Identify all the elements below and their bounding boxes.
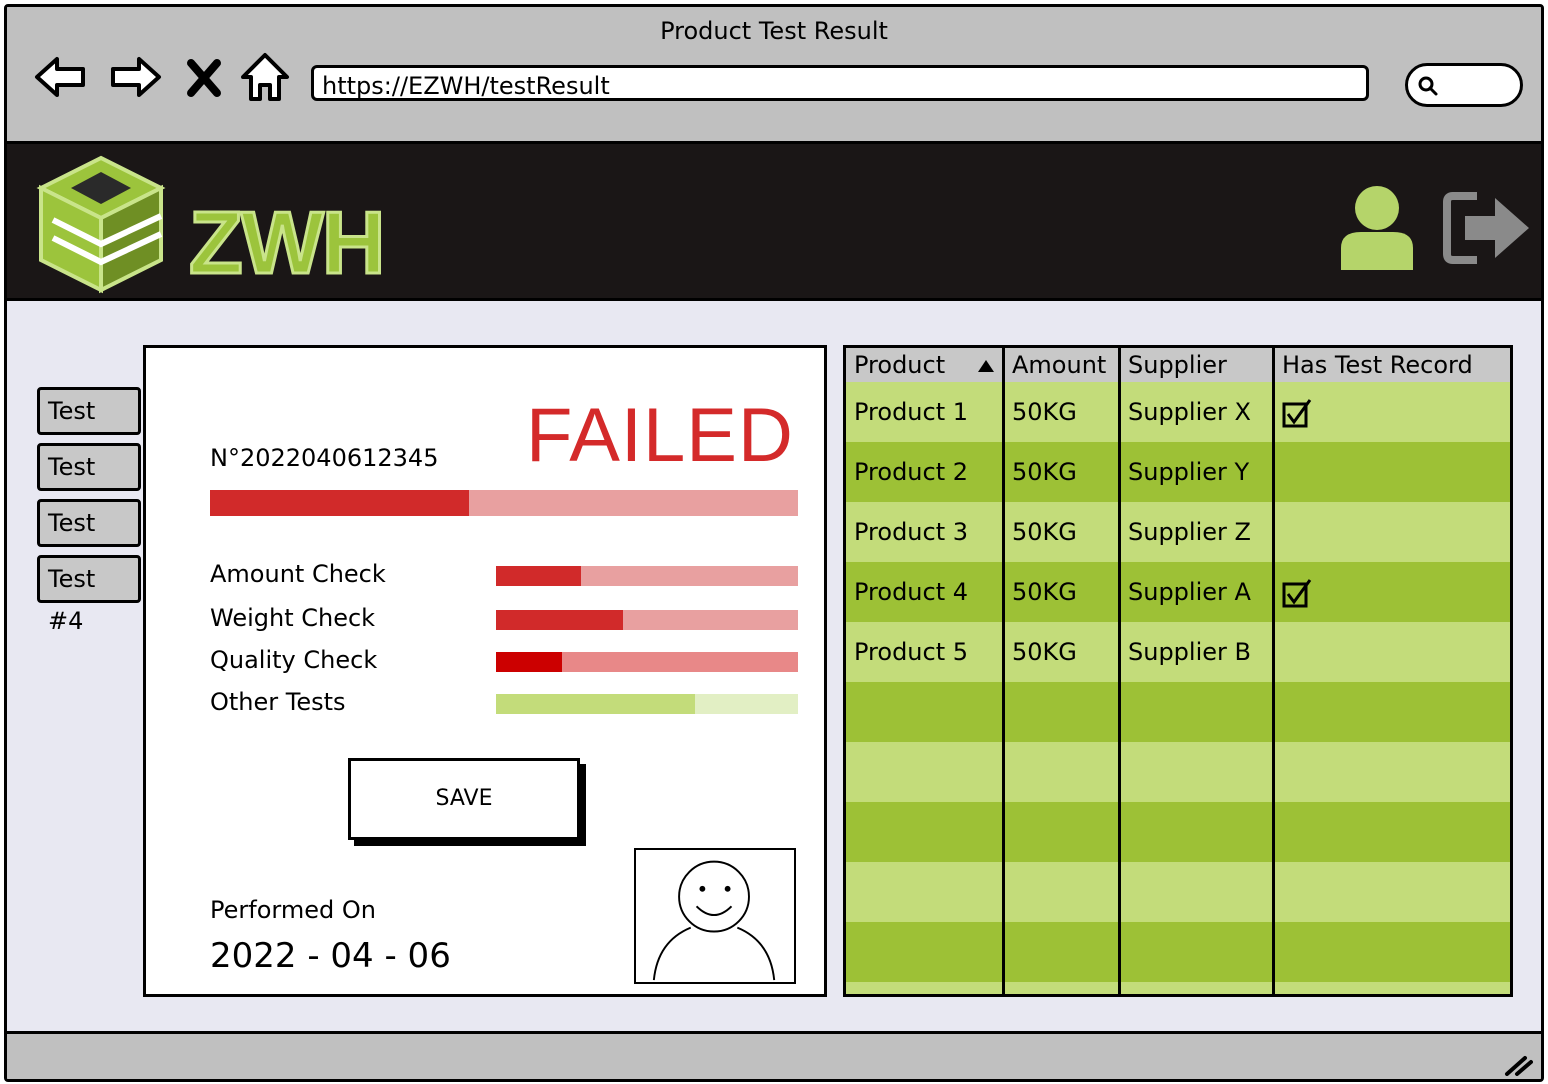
test-number: N°2022040612345 <box>210 444 439 472</box>
column-header-product-label: Product <box>854 351 946 379</box>
table-row-empty <box>846 682 1510 742</box>
overall-progress-bar <box>210 490 798 516</box>
cell-product: Product 3 <box>854 518 969 546</box>
back-arrow-icon[interactable] <box>33 49 89 105</box>
cell-amount: 50KG <box>1012 398 1077 426</box>
table-row-empty <box>846 742 1510 802</box>
cell-supplier: Supplier A <box>1128 578 1251 606</box>
table-row[interactable]: Product 1 50KG Supplier X <box>846 382 1510 442</box>
column-header-amount[interactable]: Amount <box>1004 348 1120 382</box>
table-row[interactable]: Product 2 50KG Supplier Y <box>846 442 1510 502</box>
table-row[interactable]: Product 5 50KG Supplier B <box>846 622 1510 682</box>
quality-check-label: Quality Check <box>210 646 378 674</box>
tab-test-3[interactable]: Test #3 <box>37 499 141 579</box>
table-row[interactable]: Product 3 50KG Supplier Z <box>846 502 1510 562</box>
column-divider <box>1118 348 1121 994</box>
checkbox-checked-icon[interactable] <box>1274 382 1312 442</box>
cell-supplier: Supplier B <box>1128 638 1251 666</box>
user-icon[interactable] <box>1339 184 1415 270</box>
table-row-empty <box>846 922 1510 982</box>
brand-name: ZWH <box>187 192 386 294</box>
amount-check-bar <box>496 566 798 586</box>
table-row[interactable]: Product 4 50KG Supplier A <box>846 562 1510 622</box>
other-tests-bar <box>496 694 798 714</box>
table-header: Product Amount Supplier Has Test Record <box>846 348 1510 382</box>
resize-grip-icon[interactable] <box>1501 1052 1533 1076</box>
browser-toolbar: Product Test Result https://EZWH/testRes… <box>7 7 1541 144</box>
app-header: ZWH <box>7 144 1541 301</box>
cell-product: Product 2 <box>854 458 969 486</box>
result-status: FAILED <box>526 393 794 478</box>
table-row-empty <box>846 982 1510 994</box>
ezwh-logo[interactable]: ZWH <box>31 154 401 296</box>
weight-check-bar <box>496 610 798 630</box>
cell-supplier: Supplier Y <box>1128 458 1250 486</box>
close-icon[interactable] <box>181 49 227 105</box>
performed-on-date: 2022 - 04 - 06 <box>210 936 451 976</box>
cell-amount: 50KG <box>1012 578 1077 606</box>
cell-amount: 50KG <box>1012 518 1077 546</box>
window-title: Product Test Result <box>660 17 888 45</box>
cell-amount: 50KG <box>1012 638 1077 666</box>
quality-check-bar <box>496 652 798 672</box>
table-row-empty <box>846 802 1510 862</box>
logout-icon[interactable] <box>1443 192 1533 264</box>
weight-check-label: Weight Check <box>210 604 376 632</box>
tab-test-1[interactable]: Test #1 <box>37 387 141 467</box>
sort-ascending-icon <box>978 360 994 372</box>
home-icon[interactable] <box>237 49 293 105</box>
cell-product: Product 1 <box>854 398 969 426</box>
overall-progress-fill <box>210 490 469 516</box>
other-tests-label: Other Tests <box>210 688 346 716</box>
search-icon <box>1418 76 1438 96</box>
column-header-product[interactable]: Product <box>846 348 1004 382</box>
products-table: Product 1 50KG Supplier X Product 2 50KG Supp… <box>843 345 1513 997</box>
column-divider <box>1002 348 1005 994</box>
tab-test-4[interactable]: Test #4 <box>37 555 141 635</box>
tester-avatar <box>634 848 796 984</box>
save-button[interactable]: SAVE <box>348 758 580 840</box>
browser-window: Product Test Result https://EZWH/testRes… <box>4 4 1544 1082</box>
cell-supplier: Supplier Z <box>1128 518 1251 546</box>
amount-check-label: Amount Check <box>210 560 386 588</box>
cell-product: Product 5 <box>854 638 969 666</box>
table-row-empty <box>846 862 1510 922</box>
cell-amount: 50KG <box>1012 458 1077 486</box>
performed-on-label: Performed On <box>210 896 376 924</box>
column-divider <box>1272 348 1275 994</box>
column-header-supplier[interactable]: Supplier <box>1120 348 1274 382</box>
cell-product: Product 4 <box>854 578 969 606</box>
checkbox-checked-icon[interactable] <box>1274 562 1312 622</box>
cell-supplier: Supplier X <box>1128 398 1251 426</box>
column-header-has-test-record[interactable]: Has Test Record <box>1274 348 1510 382</box>
url-input[interactable]: https://EZWH/testResult <box>311 65 1369 101</box>
test-result-card: FAILED N°2022040612345 Amount Check Weig… <box>143 345 827 997</box>
forward-arrow-icon[interactable] <box>107 49 163 105</box>
status-bar <box>7 1031 1541 1079</box>
search-input[interactable] <box>1405 63 1523 107</box>
tab-test-2[interactable]: Test #2 <box>37 443 141 523</box>
